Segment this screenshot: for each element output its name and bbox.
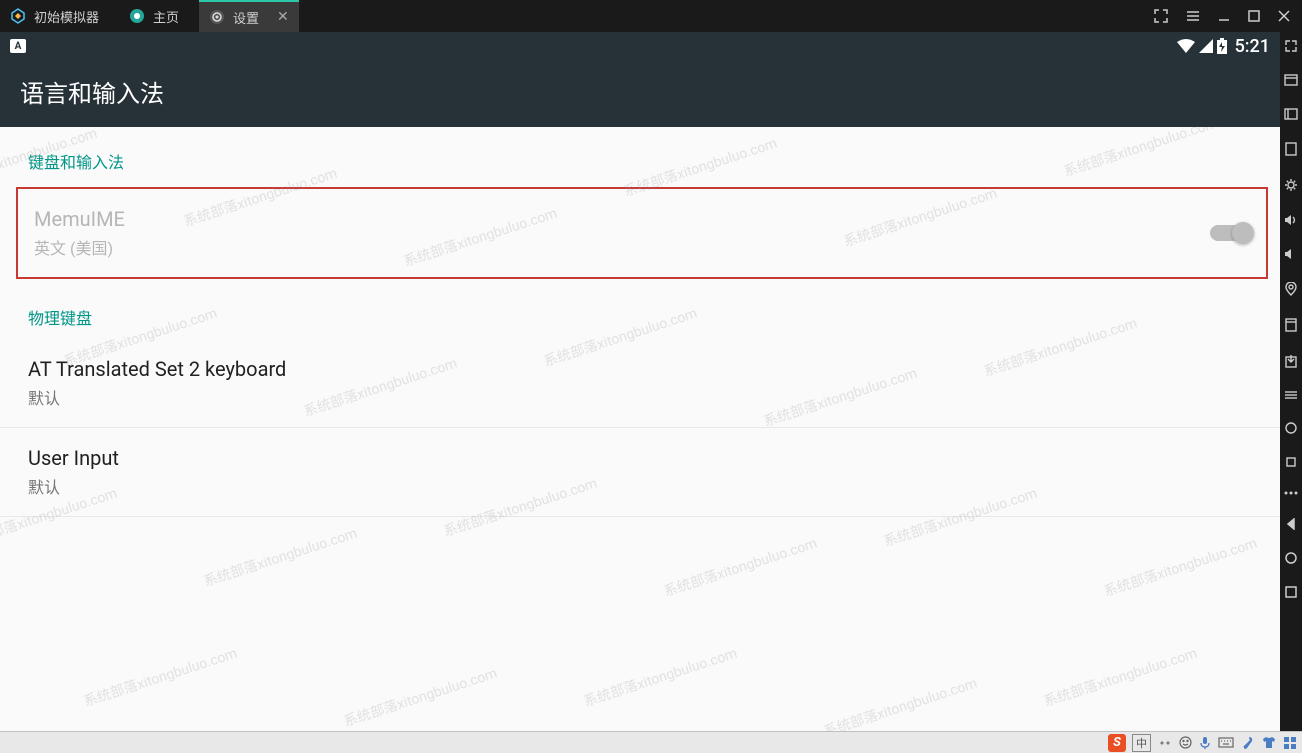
volume-down-icon[interactable] [1284, 248, 1298, 260]
tray-smiley-icon[interactable] [1179, 736, 1192, 749]
more-icon[interactable] [1284, 490, 1298, 496]
home-icon [129, 8, 145, 24]
sidebar-icon[interactable] [1285, 422, 1297, 434]
sidebar-icon[interactable] [1285, 456, 1297, 468]
tray-icon[interactable] [1159, 737, 1171, 749]
toggle-thumb [1232, 222, 1254, 244]
sidebar-icon[interactable] [1284, 108, 1298, 120]
sogou-ime-icon[interactable]: S [1108, 734, 1126, 752]
tab-label: 初始模拟器 [34, 7, 99, 26]
item-subtitle: 默认 [28, 385, 286, 409]
tray-keyboard-icon[interactable] [1218, 737, 1234, 748]
tray-mic-icon[interactable] [1200, 736, 1210, 750]
tray-shirt-icon[interactable] [1262, 736, 1276, 749]
watermark: 系统部落xitongbuluo.com [1101, 533, 1260, 602]
item-subtitle: 默认 [28, 474, 119, 498]
emulator-frame: A 5:21 语言和输入法 系统部落xitongbuluo.com 系统部落xi… [0, 32, 1302, 731]
battery-icon [1217, 38, 1227, 54]
location-icon[interactable] [1285, 282, 1297, 296]
status-left: A [10, 39, 26, 53]
watermark: 系统部落xitongbuluo.com [1041, 643, 1200, 712]
emulator-main: A 5:21 语言和输入法 系统部落xitongbuluo.com 系统部落xi… [0, 32, 1280, 731]
tab-emulator[interactable]: 初始模拟器 [0, 0, 119, 32]
fullscreen-icon[interactable] [1154, 9, 1168, 23]
item-title: AT Translated Set 2 keyboard [28, 357, 286, 381]
wifi-icon [1177, 39, 1195, 53]
tray-icons: 中 [1132, 734, 1296, 752]
item-subtitle: 英文 (美国) [34, 235, 125, 259]
watermark: 系统部落xitongbuluo.com [201, 523, 360, 592]
window-controls [1154, 9, 1302, 23]
expand-icon[interactable] [1285, 40, 1297, 52]
page-title: 语言和输入法 [0, 60, 1280, 127]
watermark: 系统部落xitongbuluo.com [81, 643, 240, 712]
gear-icon[interactable] [1284, 178, 1298, 192]
tab-strip: 初始模拟器 主页 设置 ✕ [0, 0, 299, 32]
home-icon[interactable] [1285, 552, 1297, 564]
tab-label: 主页 [153, 7, 179, 26]
gear-icon [209, 9, 225, 25]
sidebar-icon[interactable] [1285, 318, 1297, 332]
emulator-toolbar [1280, 32, 1302, 731]
status-time: 5:21 [1235, 36, 1270, 57]
ime-toggle[interactable] [1210, 225, 1250, 241]
sidebar-icon[interactable] [1285, 142, 1297, 156]
item-title: User Input [28, 446, 119, 470]
close-icon[interactable]: ✕ [277, 9, 289, 25]
watermark: 系统部落xitongbuluo.com [341, 663, 500, 731]
recents-icon[interactable] [1285, 586, 1297, 598]
tab-home[interactable]: 主页 [119, 0, 199, 32]
watermark: 系统部落xitongbuluo.com [661, 533, 820, 602]
window-titlebar: 初始模拟器 主页 设置 ✕ [0, 0, 1302, 32]
install-icon[interactable] [1285, 354, 1297, 368]
tray-tool-icon[interactable] [1242, 736, 1254, 750]
tab-settings[interactable]: 设置 ✕ [199, 0, 299, 32]
tray-grid-icon[interactable] [1284, 737, 1296, 749]
minimize-icon[interactable] [1218, 10, 1230, 22]
settings-content: 系统部落xitongbuluo.com 系统部落xitongbuluo.com … [0, 127, 1280, 731]
volume-up-icon[interactable] [1284, 214, 1298, 226]
keyboard-userinput-item[interactable]: User Input 默认 [0, 428, 1280, 517]
android-statusbar: A 5:21 [0, 32, 1280, 60]
tab-label: 设置 [233, 8, 259, 27]
emulator-icon [10, 8, 26, 24]
keyboard-at-item[interactable]: AT Translated Set 2 keyboard 默认 [0, 339, 1280, 428]
close-window-icon[interactable] [1278, 10, 1290, 22]
sidebar-icon[interactable] [1284, 390, 1298, 400]
signal-icon [1199, 39, 1213, 53]
ime-memu-item[interactable]: MemuIME 英文 (美国) [16, 187, 1268, 279]
section-physical-keyboard: 物理键盘 [0, 283, 1280, 339]
ime-indicator-icon: A [10, 39, 26, 53]
watermark: 系统部落xitongbuluo.com [821, 673, 980, 731]
item-title: MemuIME [34, 207, 125, 231]
section-keyboard-input: 键盘和输入法 [0, 127, 1280, 183]
maximize-icon[interactable] [1248, 10, 1260, 22]
back-icon[interactable] [1285, 518, 1297, 530]
menu-icon[interactable] [1186, 9, 1200, 23]
watermark: 系统部落xitongbuluo.com [581, 643, 740, 712]
sidebar-icon[interactable] [1284, 74, 1298, 86]
os-taskbar: S 中 [0, 731, 1302, 753]
status-right: 5:21 [1177, 36, 1270, 57]
ime-lang-indicator[interactable]: 中 [1132, 734, 1151, 752]
